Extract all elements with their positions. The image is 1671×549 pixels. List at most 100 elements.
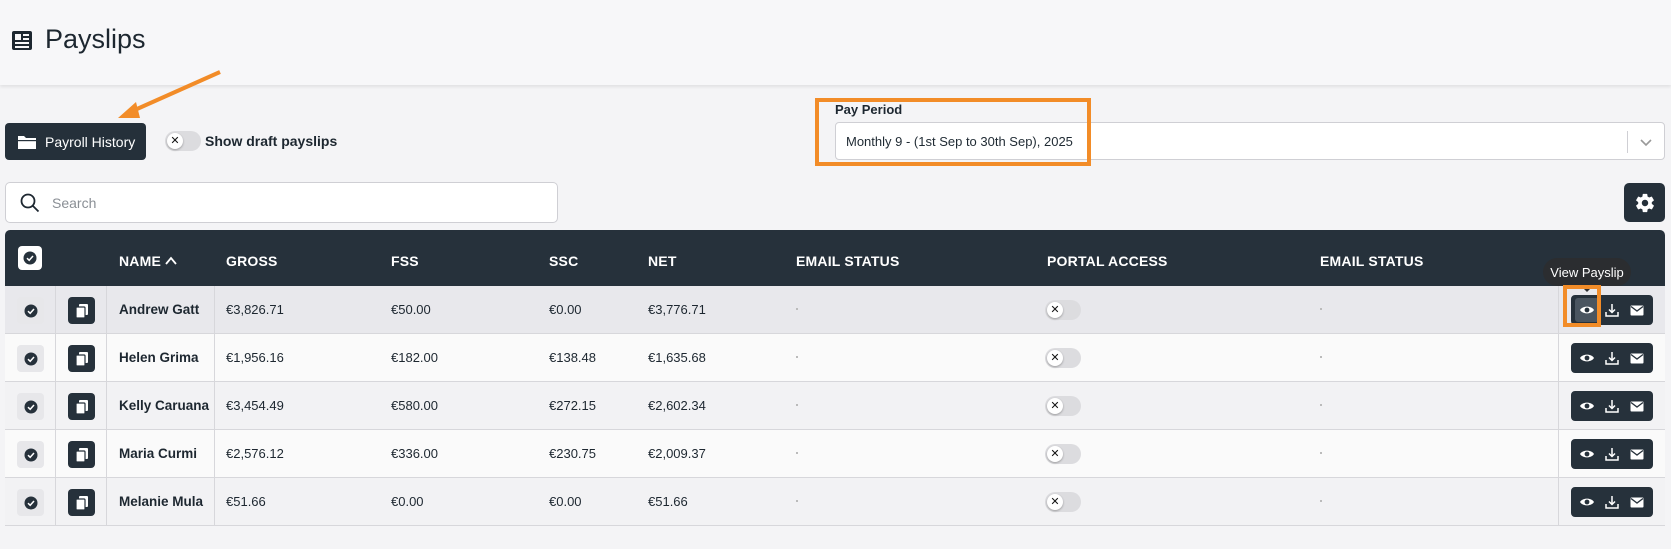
download-payslip-button[interactable]: [1600, 298, 1624, 322]
fss-value: €336.00: [391, 446, 438, 461]
settings-button[interactable]: [1624, 183, 1665, 222]
col-email-status-header[interactable]: EMAIL STATUS: [796, 253, 900, 269]
employee-name[interactable]: Maria Curmi: [119, 446, 197, 461]
portal-access-toggle[interactable]: ✕: [1045, 492, 1081, 512]
col-net-header[interactable]: NET: [648, 253, 677, 269]
row-divider: [214, 286, 215, 334]
download-icon: [1605, 304, 1619, 317]
col-email-status-2-header[interactable]: EMAIL STATUS: [1320, 253, 1424, 269]
row-divider: [106, 478, 107, 526]
gear-icon: [1635, 193, 1654, 212]
ssc-value: €0.00: [549, 494, 582, 509]
gross-value: €3,826.71: [226, 302, 284, 317]
eye-icon: [1579, 498, 1594, 506]
portal-access-toggle[interactable]: ✕: [1045, 396, 1081, 416]
view-payslip-button[interactable]: [1575, 394, 1599, 418]
search-input[interactable]: [52, 194, 532, 211]
documents-icon: [74, 447, 88, 463]
row-divider: [1558, 334, 1559, 382]
envelope-icon: [1630, 353, 1644, 363]
portal-access-toggle[interactable]: ✕: [1045, 300, 1081, 320]
view-payslip-button[interactable]: [1575, 442, 1599, 466]
employee-name[interactable]: Kelly Caruana: [119, 398, 209, 413]
gross-value: €51.66: [226, 494, 266, 509]
view-payslip-button[interactable]: [1575, 346, 1599, 370]
email-payslip-button[interactable]: [1625, 490, 1649, 514]
row-divider: [1558, 286, 1559, 334]
email-status-empty: [796, 452, 798, 454]
documents-icon: [74, 399, 88, 415]
search-box[interactable]: [5, 182, 558, 223]
table-header: NAME GROSS FSS SSC NET EMAIL STATUS PORT…: [5, 230, 1665, 286]
row-checkbox[interactable]: [17, 393, 44, 420]
net-value: €1,635.68: [648, 350, 706, 365]
search-icon: [20, 193, 40, 212]
row-actions: [1571, 391, 1653, 421]
check-circle-icon: [24, 400, 37, 413]
close-icon: ✕: [167, 133, 183, 149]
select-all-checkbox[interactable]: [18, 246, 42, 270]
close-icon: ✕: [1047, 494, 1063, 510]
net-value: €51.66: [648, 494, 688, 509]
copy-documents-button[interactable]: [68, 297, 95, 324]
row-divider: [106, 382, 107, 430]
email-status-2-empty: [1320, 308, 1322, 310]
ssc-value: €0.00: [549, 302, 582, 317]
row-divider: [55, 286, 56, 334]
portal-access-toggle[interactable]: ✕: [1045, 348, 1081, 368]
copy-documents-button[interactable]: [68, 345, 95, 372]
col-gross-header[interactable]: GROSS: [226, 253, 278, 269]
eye-icon: [1579, 402, 1594, 410]
row-divider: [1558, 430, 1559, 478]
employee-name[interactable]: Helen Grima: [119, 350, 199, 365]
download-payslip-button[interactable]: [1600, 442, 1624, 466]
row-actions: [1571, 439, 1653, 469]
col-name-header[interactable]: NAME: [119, 253, 177, 269]
copy-documents-button[interactable]: [68, 489, 95, 516]
portal-access-toggle[interactable]: ✕: [1045, 444, 1081, 464]
payroll-history-button[interactable]: Payroll History: [5, 123, 146, 160]
table-row[interactable]: Maria Curmi €2,576.12 €336.00 €230.75 €2…: [5, 430, 1665, 478]
employee-name[interactable]: Andrew Gatt: [119, 302, 199, 317]
table-row[interactable]: Andrew Gatt €3,826.71 €50.00 €0.00 €3,77…: [5, 286, 1665, 334]
row-divider: [106, 334, 107, 382]
row-checkbox[interactable]: [17, 297, 44, 324]
table-row[interactable]: Kelly Caruana €3,454.49 €580.00 €272.15 …: [5, 382, 1665, 430]
table-row[interactable]: Melanie Mula €51.66 €0.00 €0.00 €51.66 ✕: [5, 478, 1665, 526]
fss-value: €50.00: [391, 302, 431, 317]
view-payslip-button[interactable]: [1575, 490, 1599, 514]
envelope-icon: [1630, 401, 1644, 411]
email-payslip-button[interactable]: [1625, 394, 1649, 418]
show-draft-toggle[interactable]: ✕: [165, 131, 201, 151]
table-row[interactable]: Helen Grima €1,956.16 €182.00 €138.48 €1…: [5, 334, 1665, 382]
documents-icon: [74, 303, 88, 319]
envelope-icon: [1630, 305, 1644, 315]
download-payslip-button[interactable]: [1600, 490, 1624, 514]
view-payslip-highlight: [1563, 285, 1601, 327]
employee-name[interactable]: Melanie Mula: [119, 494, 203, 509]
chevron-down-icon[interactable]: [1638, 134, 1654, 150]
fss-value: €580.00: [391, 398, 438, 413]
annotation-arrow-icon: [118, 70, 221, 118]
download-payslip-button[interactable]: [1600, 394, 1624, 418]
email-status-2-empty: [1320, 404, 1322, 406]
email-payslip-button[interactable]: [1625, 442, 1649, 466]
row-divider: [214, 334, 215, 382]
row-divider: [1558, 382, 1559, 430]
copy-documents-button[interactable]: [68, 393, 95, 420]
row-checkbox[interactable]: [17, 489, 44, 516]
col-fss-header[interactable]: FSS: [391, 253, 419, 269]
email-payslip-button[interactable]: [1625, 298, 1649, 322]
col-ssc-header[interactable]: SSC: [549, 253, 578, 269]
copy-documents-button[interactable]: [68, 441, 95, 468]
download-payslip-button[interactable]: [1600, 346, 1624, 370]
col-portal-access-header[interactable]: PORTAL ACCESS: [1047, 253, 1168, 269]
row-checkbox[interactable]: [17, 345, 44, 372]
chevron-up-icon: [165, 256, 177, 265]
check-circle-icon: [24, 304, 37, 317]
download-icon: [1605, 352, 1619, 365]
documents-icon: [74, 351, 88, 367]
email-status-empty: [796, 500, 798, 502]
email-payslip-button[interactable]: [1625, 346, 1649, 370]
row-checkbox[interactable]: [17, 441, 44, 468]
